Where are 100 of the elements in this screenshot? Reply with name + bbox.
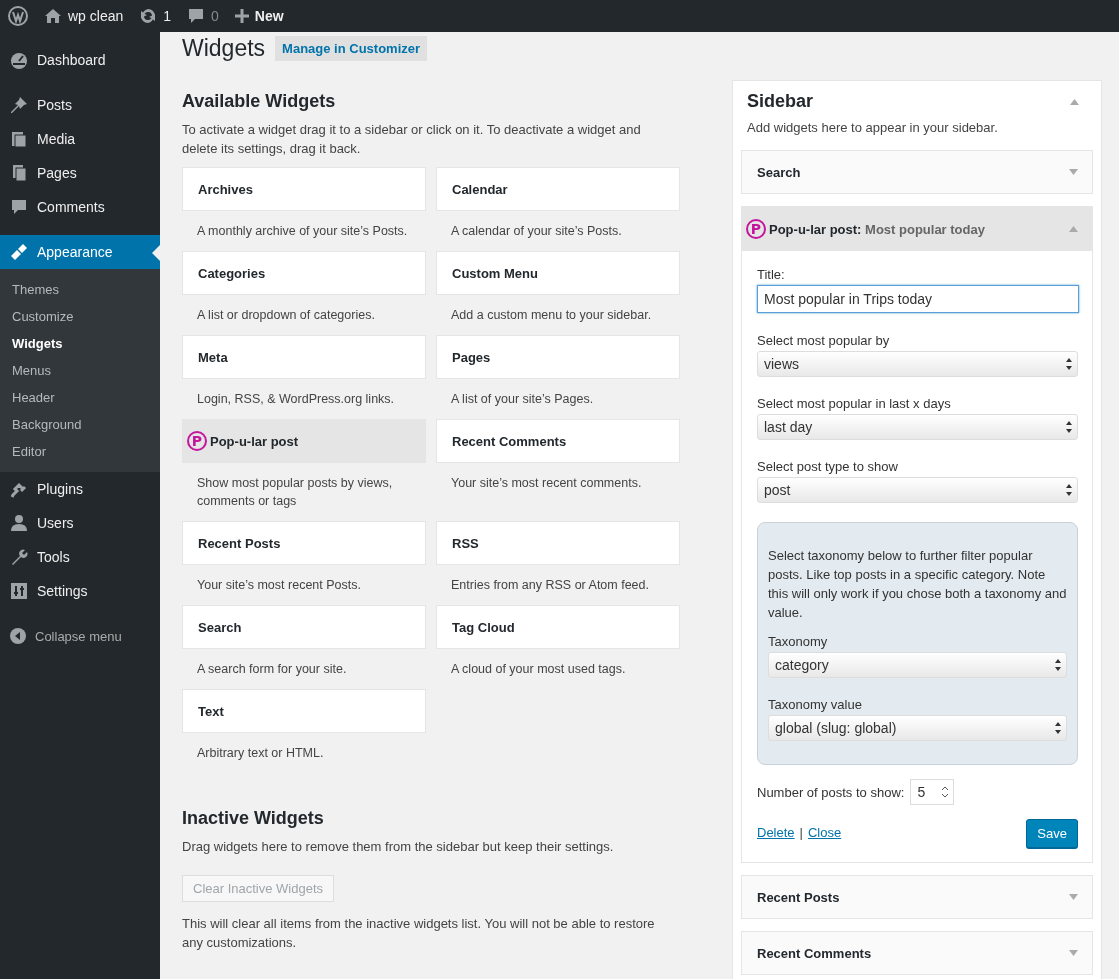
menu-item[interactable]: Users [0,506,160,540]
widget-header[interactable]: Search [742,151,1092,193]
menu-icon [9,581,29,601]
widget-title: Pop-u-lar post: Most popular today [769,221,985,237]
submenu-item[interactable]: Editor [0,438,160,465]
select-field[interactable]: global (slug: global) [768,715,1067,741]
widget-title: Recent Posts [757,889,840,905]
plugin-logo: P [746,219,766,239]
field-label: Taxonomy value [768,697,863,712]
site-name-link[interactable]: wp clean [68,8,124,24]
widget-card[interactable]: RSS [436,521,680,565]
taxonomy-hint: Select taxonomy below to further filter popular posts. Like top posts in a specific category. Note this will only work if you chose both a taxonomy and value. [768,547,1067,622]
field-label: Select most popular by [757,333,891,348]
widget-description: A list or dropdown of categories. [196,307,376,324]
page-title: Widgets [182,34,266,62]
delete-link[interactable]: Delete [757,825,795,840]
widget-card[interactable]: Meta [182,335,426,379]
widget-card[interactable]: P Pop-u-lar post [182,419,426,463]
widget-card[interactable]: Recent Comments [436,419,680,463]
submenu-item[interactable]: Widgets [0,330,160,357]
widget-description: Login, RSS, & WordPress.org links. [196,391,396,408]
select-field[interactable]: views [757,351,1078,377]
plugin-logo: P [187,431,207,451]
manage-in-customizer-button[interactable]: Manage in Customizer [275,35,428,61]
menu-item[interactable]: Appearance [0,235,160,269]
widget-description: Add a custom menu to your sidebar. [450,307,653,324]
widget-description: A search form for your site. [196,661,348,678]
menu-icon [9,197,29,217]
select-field[interactable]: post [757,477,1078,503]
field-label: Select most popular in last x days [757,396,952,411]
spinner-icon [941,785,950,799]
widget-card[interactable]: Tag Cloud [436,605,680,649]
field-label: Number of posts to show: [757,784,905,800]
menu-icon [9,95,29,115]
dropdown-arrows-icon [1065,357,1073,371]
close-link[interactable]: Close [807,825,842,840]
widget-card[interactable]: Pages [436,335,680,379]
section-description: Drag widgets here to remove them from the sidebar but keep their settings. [182,838,615,856]
dropdown-arrows-icon [1065,420,1073,434]
menu-item[interactable]: Tools [0,540,160,574]
section-description: To activate a widget drag it to a sidebar or click on it. To deactivate a widget and delete its settings, drag it back. [182,121,642,158]
field-label: Title: [757,267,786,282]
field-label: Select post type to show [757,459,899,474]
menu-item[interactable]: Pages [0,156,160,190]
widget-description: Entries from any RSS or Atom feed. [450,577,650,594]
widget-header[interactable]: P Pop-u-lar post: Most popular today [742,207,1092,251]
submenu-item[interactable]: Themes [0,276,160,303]
sidebar-description: Add widgets here to appear in your sidebar. [746,119,999,137]
comment-count: 0 [211,8,219,24]
widget-card[interactable]: Categories [182,251,426,295]
dropdown-arrows-icon [1054,721,1062,735]
collapse-icon [9,627,27,645]
widget-card[interactable]: Custom Menu [436,251,680,295]
widget-description: A monthly archive of your site’s Posts. [196,223,409,240]
widget-header[interactable]: Recent Comments [742,932,1092,974]
wordpress-logo-icon[interactable] [8,6,28,26]
widget-card[interactable]: Calendar [436,167,680,211]
update-count: 1 [163,8,172,24]
comment-icon[interactable] [187,7,206,25]
menu-icon [9,50,29,70]
menu-item[interactable]: Settings [0,574,160,608]
widget-description: Show most popular posts by views, comments or tags [196,475,394,510]
submenu-item[interactable]: Menus [0,357,160,384]
link-separator: | [799,825,803,840]
inactive-note: This will clear all items from the inactive widgets list. You will not be able to restore any customizations. [182,915,656,952]
field-label: Taxonomy [768,634,829,649]
home-icon[interactable] [44,8,62,24]
dropdown-arrows-icon [1054,658,1062,672]
submenu-item[interactable]: Customize [0,303,160,330]
refresh-icon[interactable] [139,7,158,25]
widget-card[interactable]: Text [182,689,426,733]
collapse-menu-button[interactable]: Collapse menu [0,619,160,653]
menu-icon [9,513,29,533]
submenu-item[interactable]: Header [0,384,160,411]
menu-item[interactable]: Media [0,122,160,156]
menu-item[interactable]: Plugins [0,472,160,506]
widget-card[interactable]: Recent Posts [182,521,426,565]
submenu-item[interactable]: Background [0,411,160,438]
widget-description: A list of your site’s Pages. [450,391,595,408]
menu-item[interactable]: Comments [0,190,160,224]
widget-description: A cloud of your most used tags. [450,661,627,678]
current-page-pointer-icon [152,245,160,261]
widget-description: Your site’s most recent comments. [450,475,643,492]
number-field[interactable]: 5 [910,779,955,805]
widget-title: Search [757,164,801,180]
dropdown-arrows-icon [1065,483,1073,497]
select-field[interactable]: last day [757,414,1078,440]
section-heading: Available Widgets [182,91,337,112]
widget-header[interactable]: Recent Posts [742,876,1092,918]
title-input[interactable]: Most popular in Trips today [757,285,1079,313]
menu-item[interactable]: Posts [0,88,160,122]
widget-card[interactable]: Archives [182,167,426,211]
widget-title: Recent Comments [757,945,872,961]
sidebar-title: Sidebar [747,91,814,112]
widget-card[interactable]: Search [182,605,426,649]
new-link[interactable]: New [254,8,284,24]
select-field[interactable]: category [768,652,1067,678]
plus-icon[interactable] [234,9,249,23]
save-button[interactable]: Save [1026,819,1078,848]
menu-item[interactable]: Dashboard [0,43,160,77]
